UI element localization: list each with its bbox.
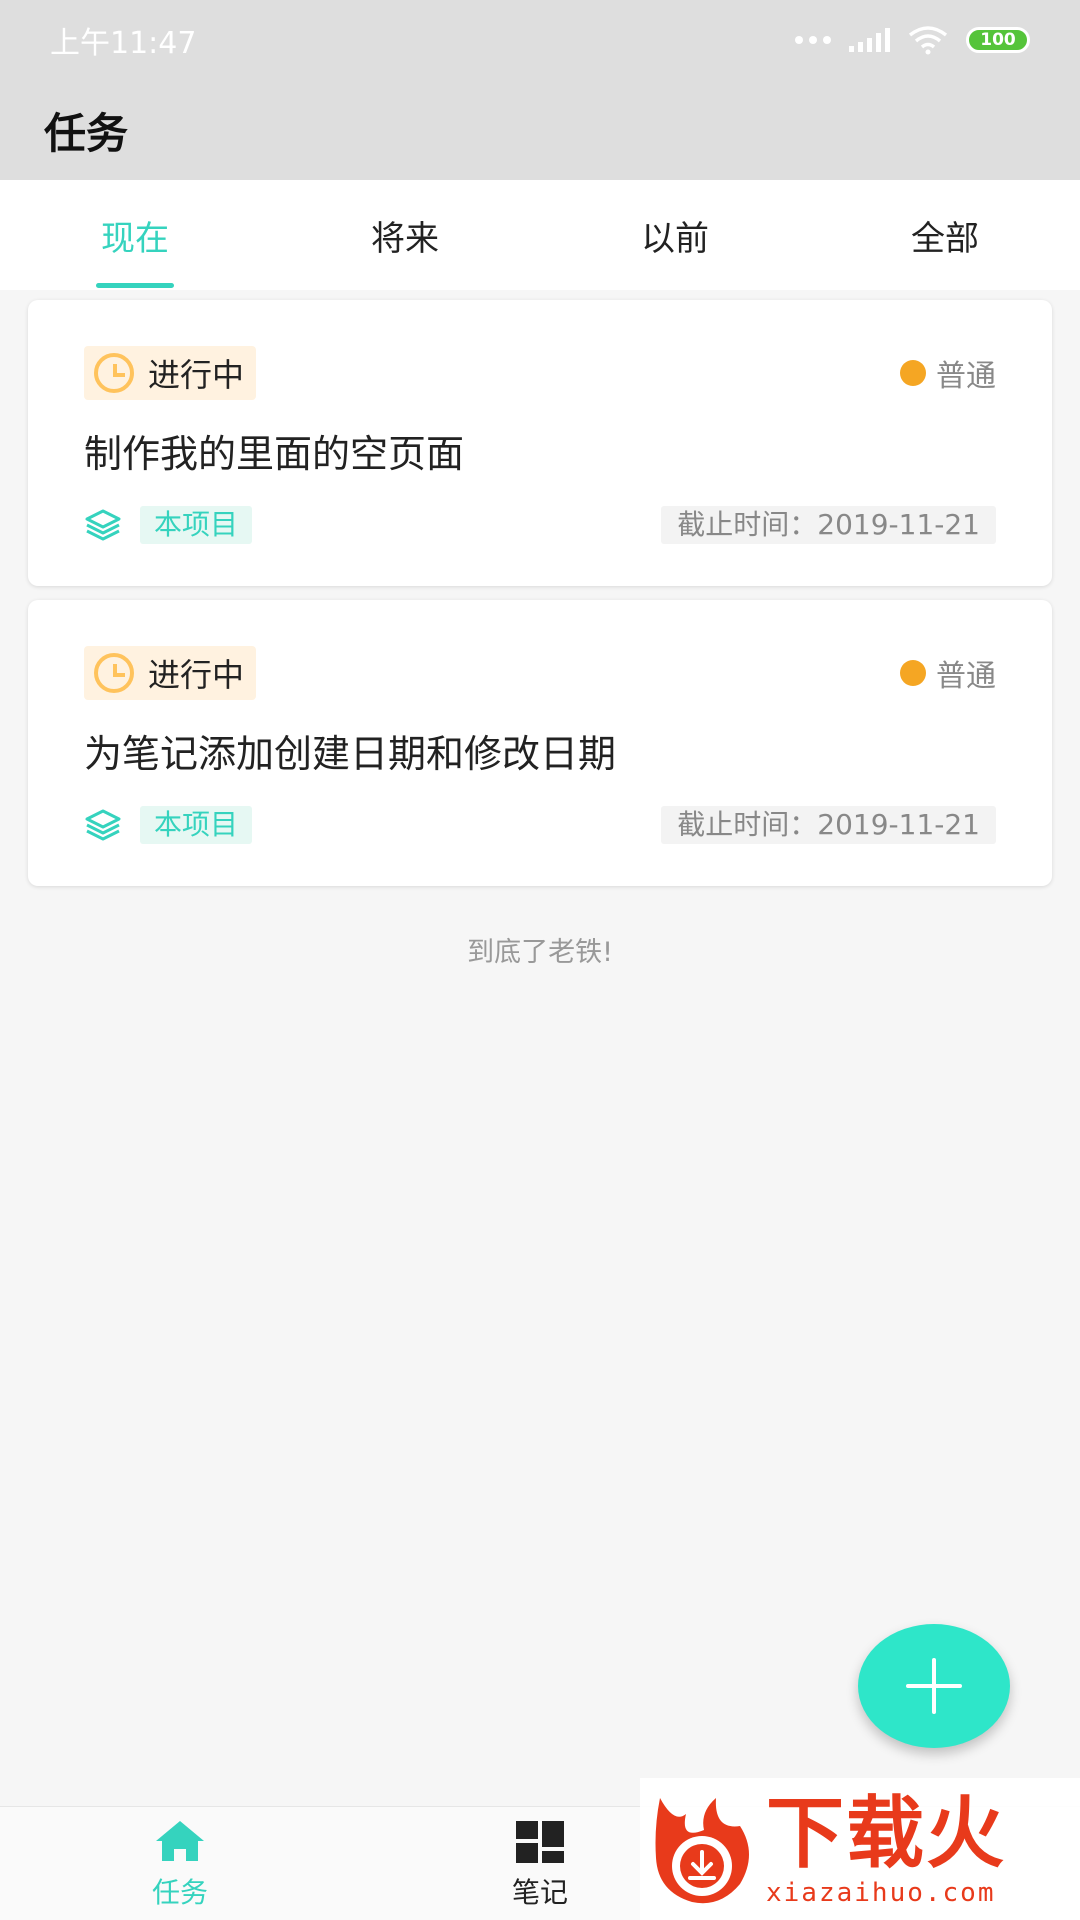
priority-indicator: 普通 xyxy=(900,651,996,695)
watermark-title: 下载火 xyxy=(766,1789,1007,1879)
add-task-button[interactable] xyxy=(858,1624,1010,1748)
project-tag: 本项目 xyxy=(140,506,253,544)
tab-label: 将来 xyxy=(371,218,439,259)
nav-label: 笔记 xyxy=(511,1875,568,1909)
watermark-logo: 下载火 xiazaihuo.com xyxy=(640,1778,1080,1920)
status-icons: 100 xyxy=(795,25,1030,55)
status-badge: 进行中 xyxy=(84,646,257,700)
tab-label: 全部 xyxy=(911,218,979,259)
status-bar: 上午11:47 100 xyxy=(0,0,1080,80)
layers-icon xyxy=(85,509,121,541)
app-bar: 任务 xyxy=(0,80,1080,180)
tab-now[interactable]: 现在 xyxy=(0,180,270,290)
more-dots-icon xyxy=(795,36,831,44)
task-list: 进行中 普通 制作我的里面的空页面 本项目 截止时间：2019-11-21 进行… xyxy=(28,300,1052,900)
dashboard-icon xyxy=(516,1820,564,1863)
nav-item-tasks[interactable]: 任务 xyxy=(0,1807,360,1920)
deadline-label: 截止时间：2019-11-21 xyxy=(661,506,996,544)
clock-icon xyxy=(94,653,134,693)
project-info: 本项目 xyxy=(84,806,253,844)
status-time: 上午11:47 xyxy=(50,26,197,61)
flame-logo-icon xyxy=(655,1798,749,1904)
status-badge: 进行中 xyxy=(84,346,257,400)
priority-indicator: 普通 xyxy=(900,351,996,395)
project-tag: 本项目 xyxy=(140,806,253,844)
status-label: 进行中 xyxy=(148,656,245,694)
task-title: 制作我的里面的空页面 xyxy=(84,432,465,476)
battery-icon: 100 xyxy=(966,27,1030,53)
clock-icon xyxy=(94,353,134,393)
tab-label: 以前 xyxy=(641,218,709,259)
project-info: 本项目 xyxy=(84,506,253,544)
task-card[interactable]: 进行中 普通 制作我的里面的空页面 本项目 截止时间：2019-11-21 xyxy=(28,300,1052,586)
layers-icon xyxy=(85,809,121,841)
watermark-url: xiazaihuo.com xyxy=(766,1878,996,1908)
status-label: 进行中 xyxy=(148,356,245,394)
priority-label: 普通 xyxy=(936,659,996,694)
tab-bar: 现在 将来 以前 全部 xyxy=(0,180,1080,290)
priority-label: 普通 xyxy=(936,359,996,394)
plus-icon xyxy=(906,1658,962,1714)
priority-dot-icon xyxy=(900,360,926,386)
task-card[interactable]: 进行中 普通 为笔记添加创建日期和修改日期 本项目 截止时间：2019-11-2… xyxy=(28,600,1052,886)
signal-icon xyxy=(849,28,890,52)
tab-all[interactable]: 全部 xyxy=(810,180,1080,290)
battery-level: 100 xyxy=(980,30,1016,50)
tab-future[interactable]: 将来 xyxy=(270,180,540,290)
wifi-icon xyxy=(908,26,948,55)
list-end-text: 到底了老铁! xyxy=(467,937,613,968)
priority-dot-icon xyxy=(900,660,926,686)
task-title: 为笔记添加创建日期和修改日期 xyxy=(84,732,617,776)
tab-label: 现在 xyxy=(101,218,169,259)
nav-label: 任务 xyxy=(151,1875,208,1909)
home-icon xyxy=(156,1820,204,1861)
deadline-label: 截止时间：2019-11-21 xyxy=(661,806,996,844)
tab-past[interactable]: 以前 xyxy=(540,180,810,290)
page-title: 任务 xyxy=(44,108,129,158)
